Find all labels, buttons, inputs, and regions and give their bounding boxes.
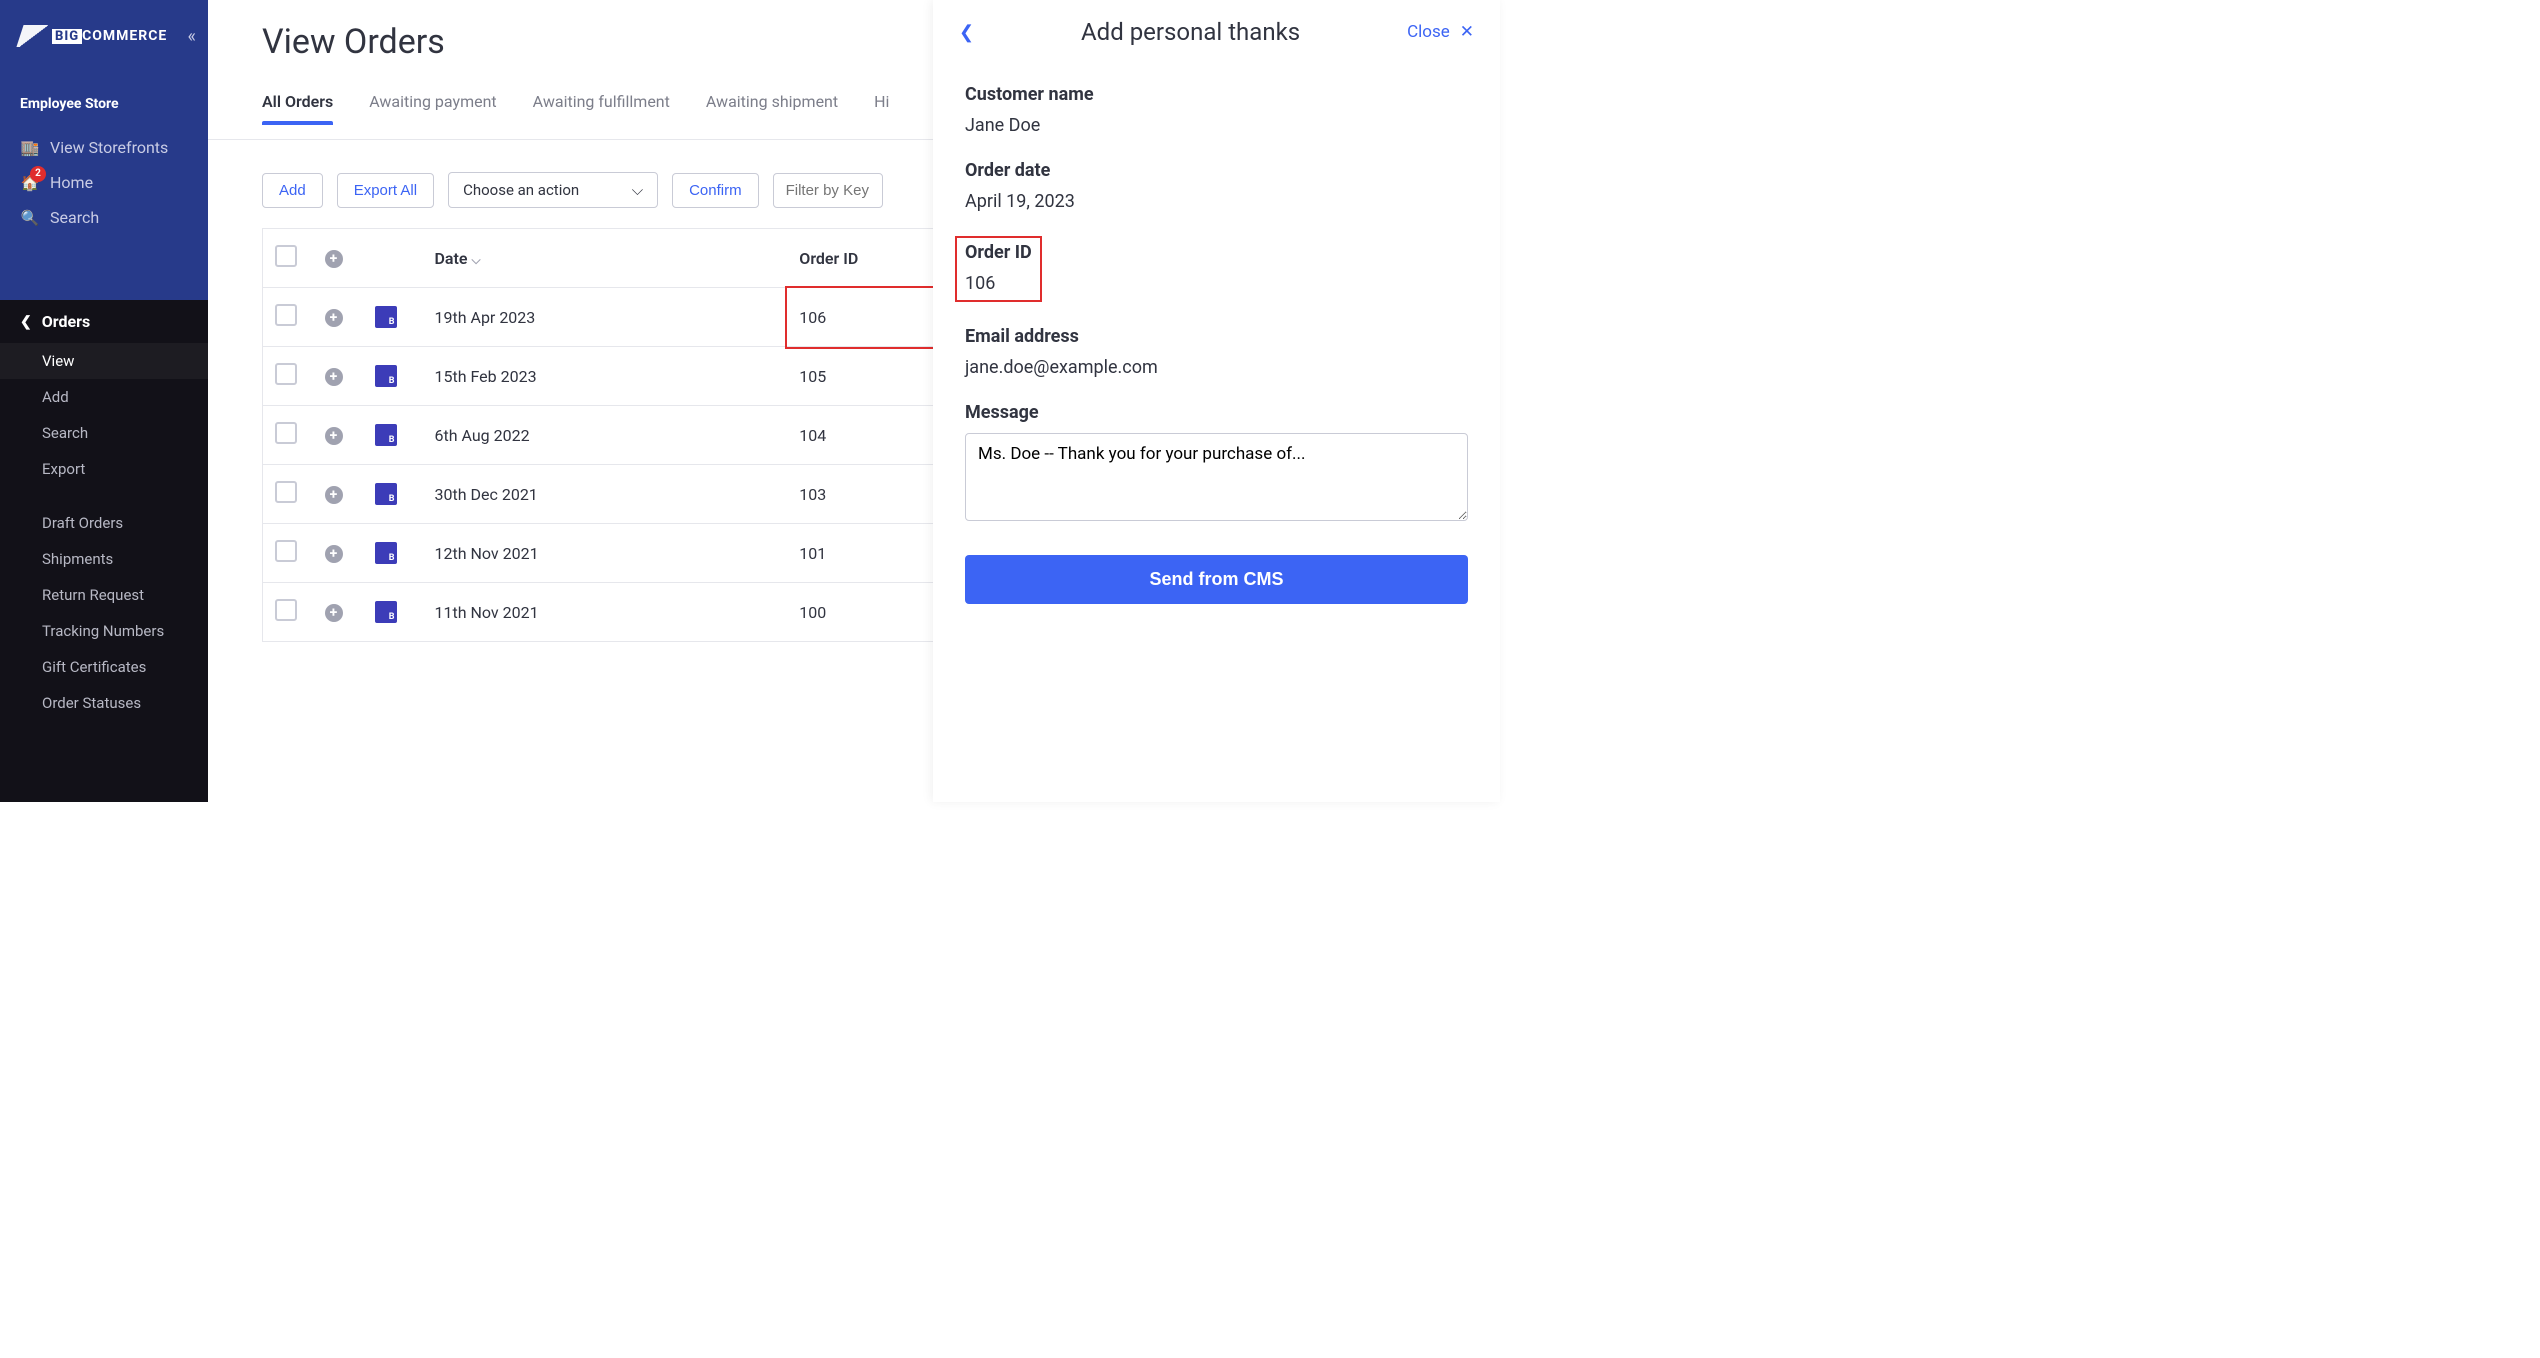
add-button[interactable]: Add <box>262 173 323 208</box>
logo-big: BIG <box>52 29 82 44</box>
row-checkbox[interactable] <box>275 481 297 503</box>
logo-commerce: COMMERCE <box>82 28 167 44</box>
message-label: Message <box>965 402 1468 423</box>
row-checkbox[interactable] <box>275 599 297 621</box>
row-checkbox[interactable] <box>275 363 297 385</box>
send-from-cms-button[interactable]: Send from CMS <box>965 555 1468 604</box>
chevron-down-icon: ⌵ <box>632 181 643 199</box>
logo: BIG COMMERCE <box>20 25 167 47</box>
col-date[interactable]: Date⌵ <box>423 229 788 288</box>
logo-mark-icon <box>16 25 51 47</box>
source-icon: B <box>375 483 397 505</box>
panel-title: Add personal thanks <box>1081 18 1300 46</box>
panel-back-icon[interactable]: ❮ <box>959 22 974 43</box>
expand-row-icon[interactable]: + <box>325 486 343 504</box>
row-checkbox[interactable] <box>275 304 297 326</box>
store-name: Employee Store <box>0 60 208 130</box>
sidebar-item-gift-certificates[interactable]: Gift Certificates <box>0 649 208 685</box>
collapse-sidebar-icon[interactable]: « <box>188 26 196 47</box>
customer-name-label: Customer name <box>965 84 1468 105</box>
section-label: Orders <box>42 312 90 331</box>
select-all-checkbox[interactable] <box>275 245 297 267</box>
nav-view-storefronts[interactable]: 🏬 View Storefronts <box>0 130 208 165</box>
search-icon: 🔍 <box>20 209 40 227</box>
brand-pane: BIG COMMERCE « Employee Store 🏬 View Sto… <box>0 0 208 300</box>
export-all-button[interactable]: Export All <box>337 173 434 208</box>
source-icon: B <box>375 365 397 387</box>
order-date-label: Order date <box>965 160 1468 181</box>
choose-action-select[interactable]: Choose an action ⌵ <box>448 172 658 208</box>
expand-row-icon[interactable]: + <box>325 427 343 445</box>
sidebar-item-search[interactable]: Search <box>0 415 208 451</box>
row-date: 15th Feb 2023 <box>423 347 788 406</box>
source-icon: B <box>375 306 397 328</box>
nav-search[interactable]: 🔍 Search <box>0 200 208 235</box>
side-panel: ❮ Add personal thanks Close ✕ Customer n… <box>933 0 1500 802</box>
row-date: 19th Apr 2023 <box>423 288 788 347</box>
message-textarea[interactable] <box>965 433 1468 521</box>
order-date-value: April 19, 2023 <box>965 191 1468 212</box>
sidebar-item-order-statuses[interactable]: Order Statuses <box>0 685 208 721</box>
panel-close-button[interactable]: Close ✕ <box>1407 22 1474 42</box>
sidebar-item-add[interactable]: Add <box>0 379 208 415</box>
sidebar-item-shipments[interactable]: Shipments <box>0 541 208 577</box>
close-label: Close <box>1407 22 1450 42</box>
email-label: Email address <box>965 326 1468 347</box>
row-date: 11th Nov 2021 <box>423 583 788 642</box>
source-icon: B <box>375 601 397 623</box>
row-checkbox[interactable] <box>275 540 297 562</box>
source-icon: B <box>375 424 397 446</box>
tab-truncated[interactable]: Hi <box>874 82 889 139</box>
confirm-button[interactable]: Confirm <box>672 173 759 208</box>
nav-label: View Storefronts <box>50 138 168 157</box>
sidebar-section-orders[interactable]: ❮ Orders <box>0 300 208 343</box>
sidebar-item-export[interactable]: Export <box>0 451 208 487</box>
home-badge: 2 <box>30 166 46 182</box>
tab-awaiting-payment[interactable]: Awaiting payment <box>369 82 496 139</box>
close-icon: ✕ <box>1460 22 1474 42</box>
home-icon: 🏠2 <box>20 174 40 192</box>
email-value: jane.doe@example.com <box>965 357 1468 378</box>
sidebar-item-tracking-numbers[interactable]: Tracking Numbers <box>0 613 208 649</box>
customer-name-value: Jane Doe <box>965 115 1468 136</box>
filter-keyword-input[interactable] <box>773 173 883 208</box>
select-label: Choose an action <box>463 181 579 199</box>
row-date: 6th Aug 2022 <box>423 406 788 465</box>
source-icon: B <box>375 542 397 564</box>
row-date: 30th Dec 2021 <box>423 465 788 524</box>
tab-awaiting-shipment[interactable]: Awaiting shipment <box>706 82 838 139</box>
sidebar-item-return-request[interactable]: Return Request <box>0 577 208 613</box>
nav-home[interactable]: 🏠2 Home <box>0 165 208 200</box>
row-checkbox[interactable] <box>275 422 297 444</box>
tab-awaiting-fulfillment[interactable]: Awaiting fulfillment <box>533 82 670 139</box>
nav-label: Search <box>50 208 99 227</box>
sidebar-item-draft-orders[interactable]: Draft Orders <box>0 505 208 541</box>
order-id-value: 106 <box>965 273 1032 294</box>
order-id-label: Order ID <box>965 242 1032 263</box>
tab-all-orders[interactable]: All Orders <box>262 82 333 139</box>
nav-label: Home <box>50 173 93 192</box>
expand-row-icon[interactable]: + <box>325 368 343 386</box>
order-id-highlight: Order ID 106 <box>955 236 1042 302</box>
sidebar-item-view[interactable]: View <box>0 343 208 379</box>
expand-row-icon[interactable]: + <box>325 545 343 563</box>
sort-icon: ⌵ <box>472 253 481 267</box>
expand-all-icon[interactable]: + <box>325 250 343 268</box>
expand-row-icon[interactable]: + <box>325 309 343 327</box>
sidebar: BIG COMMERCE « Employee Store 🏬 View Sto… <box>0 0 208 802</box>
row-date: 12th Nov 2021 <box>423 524 788 583</box>
expand-row-icon[interactable]: + <box>325 604 343 622</box>
storefront-icon: 🏬 <box>20 139 40 157</box>
chevron-left-icon: ❮ <box>20 314 32 330</box>
